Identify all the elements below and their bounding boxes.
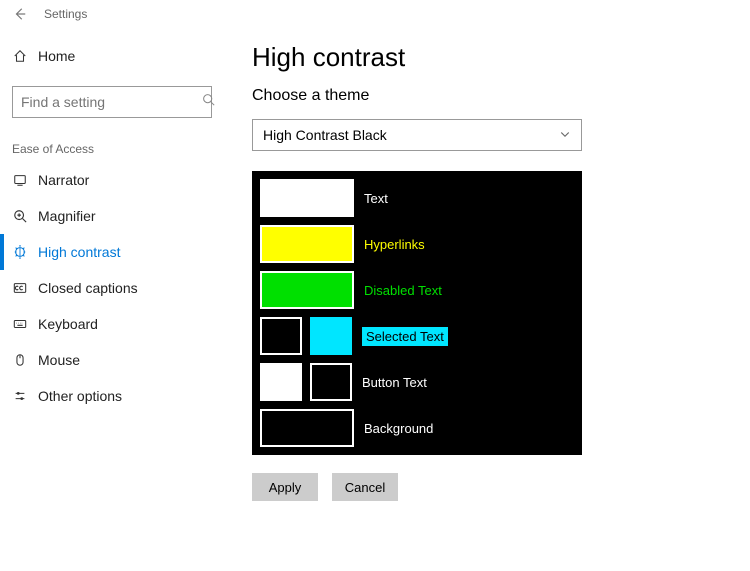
swatch-selected-text-fg[interactable] — [260, 317, 302, 355]
sidebar-item-label: Home — [38, 48, 75, 64]
button-row: Apply Cancel — [252, 473, 750, 501]
back-arrow-icon — [13, 7, 27, 21]
sidebar-item-label: Closed captions — [38, 280, 138, 296]
apply-button[interactable]: Apply — [252, 473, 318, 501]
preview-row-hyperlinks: Hyperlinks — [260, 225, 574, 263]
sidebar-item-mouse[interactable]: Mouse — [0, 342, 224, 378]
magnifier-icon — [12, 208, 28, 224]
preview-label-disabled-text: Disabled Text — [364, 283, 442, 298]
closed-captions-icon — [12, 280, 28, 296]
sidebar-item-label: Mouse — [38, 352, 80, 368]
preview-label-hyperlinks: Hyperlinks — [364, 237, 425, 252]
sidebar-item-magnifier[interactable]: Magnifier — [0, 198, 224, 234]
high-contrast-icon — [12, 244, 28, 260]
page-title: High contrast — [252, 42, 750, 73]
keyboard-icon — [12, 316, 28, 332]
back-button[interactable] — [8, 2, 32, 26]
sidebar-item-closed-captions[interactable]: Closed captions — [0, 270, 224, 306]
theme-dropdown[interactable]: High Contrast Black — [252, 119, 582, 151]
swatch-disabled-text[interactable] — [260, 271, 354, 309]
sidebar-section-label: Ease of Access — [0, 134, 224, 162]
preview-row-text: Text — [260, 179, 574, 217]
preview-label-button-text: Button Text — [362, 375, 427, 390]
preview-row-background: Background — [260, 409, 574, 447]
swatch-selected-text-bg[interactable] — [310, 317, 352, 355]
sidebar-item-other-options[interactable]: Other options — [0, 378, 224, 414]
preview-row-button-text: Button Text — [260, 363, 574, 401]
choose-theme-label: Choose a theme — [252, 87, 750, 105]
preview-label-text: Text — [364, 191, 388, 206]
mouse-icon — [12, 352, 28, 368]
theme-dropdown-value: High Contrast Black — [263, 127, 387, 143]
preview-label-background: Background — [364, 421, 433, 436]
sidebar: Home Ease of Access Narrator Magnifier — [0, 28, 224, 501]
search-input[interactable] — [21, 94, 202, 110]
narrator-icon — [12, 172, 28, 188]
sidebar-item-label: Narrator — [38, 172, 89, 188]
cancel-button[interactable]: Cancel — [332, 473, 398, 501]
sidebar-item-keyboard[interactable]: Keyboard — [0, 306, 224, 342]
sidebar-item-label: Magnifier — [38, 208, 96, 224]
title-bar: Settings — [0, 0, 750, 28]
swatch-background[interactable] — [260, 409, 354, 447]
theme-preview: Text Hyperlinks Disabled Text Selected T… — [252, 171, 582, 455]
home-icon — [12, 48, 28, 64]
preview-row-selected-text: Selected Text — [260, 317, 574, 355]
sidebar-item-label: High contrast — [38, 244, 120, 260]
swatch-text[interactable] — [260, 179, 354, 217]
search-box[interactable] — [12, 86, 212, 118]
app-title: Settings — [44, 7, 87, 21]
sidebar-item-home[interactable]: Home — [0, 38, 224, 74]
other-options-icon — [12, 388, 28, 404]
sidebar-item-narrator[interactable]: Narrator — [0, 162, 224, 198]
swatch-button-text-bg[interactable] — [310, 363, 352, 401]
preview-row-disabled-text: Disabled Text — [260, 271, 574, 309]
sidebar-item-label: Keyboard — [38, 316, 98, 332]
main-content: High contrast Choose a theme High Contra… — [224, 28, 750, 501]
swatch-hyperlinks[interactable] — [260, 225, 354, 263]
sidebar-item-high-contrast[interactable]: High contrast — [0, 234, 224, 270]
search-icon — [202, 93, 215, 111]
swatch-button-text-fg[interactable] — [260, 363, 302, 401]
chevron-down-icon — [559, 127, 571, 143]
preview-label-selected-text: Selected Text — [362, 327, 448, 346]
sidebar-item-label: Other options — [38, 388, 122, 404]
